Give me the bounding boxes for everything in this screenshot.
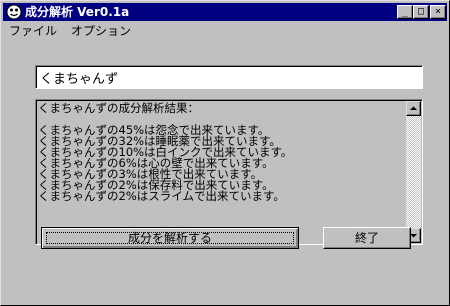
menu-bar: ファイル オプション [3, 22, 447, 40]
app-window: 成分解析 Ver0.1a _ □ × ファイル オプション くまちゃんずの成分解… [0, 0, 450, 306]
minimize-button[interactable]: _ [397, 5, 413, 19]
exit-button[interactable]: 終了 [323, 227, 411, 249]
window-title: 成分解析 Ver0.1a [25, 5, 130, 19]
scrollbar-track[interactable] [406, 116, 421, 228]
menu-options[interactable]: オプション [71, 24, 131, 38]
minimize-icon: _ [401, 6, 409, 17]
name-input[interactable] [35, 65, 423, 89]
maximize-icon: □ [417, 6, 425, 17]
exit-button-label: 終了 [354, 231, 379, 245]
result-line: くまちゃんずの2%はスライムで出来ています。 [38, 189, 285, 203]
menu-file[interactable]: ファイル [9, 24, 57, 38]
app-icon[interactable] [6, 4, 22, 20]
analyze-button[interactable]: 成分を解析する [41, 227, 299, 249]
scroll-up-icon [410, 106, 417, 110]
maximize-button[interactable]: □ [413, 5, 429, 19]
title-bar[interactable]: 成分解析 Ver0.1a _ □ × [3, 3, 447, 21]
close-icon: × [434, 6, 442, 17]
result-panel: くまちゃんずの成分解析結果： くまちゃんずの45%は怨念で出来ています。 くまち… [35, 99, 423, 245]
result-text[interactable]: くまちゃんずの成分解析結果： くまちゃんずの45%は怨念で出来ています。 くまち… [38, 102, 404, 243]
analyze-button-label: 成分を解析する [127, 231, 212, 245]
vertical-scrollbar[interactable] [406, 101, 421, 243]
scroll-up-button[interactable] [406, 101, 421, 116]
close-button[interactable]: × [430, 5, 446, 19]
result-line: くまちゃんずの成分解析結果： [38, 102, 199, 115]
